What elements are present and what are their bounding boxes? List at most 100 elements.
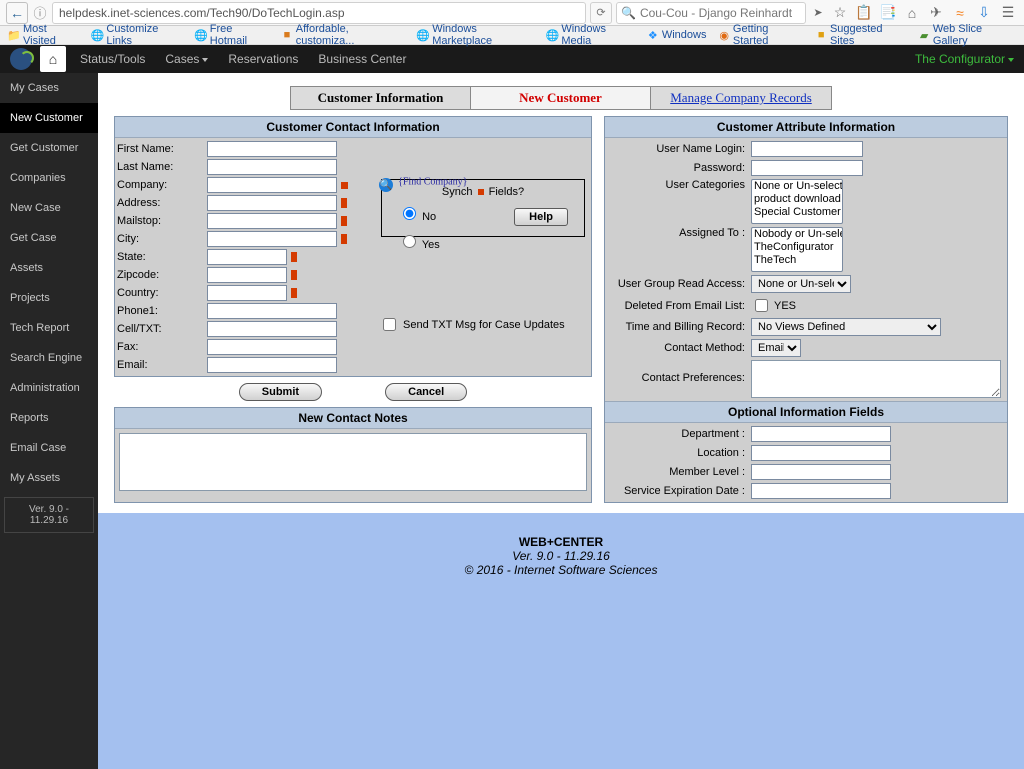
input-last-name[interactable] — [207, 159, 337, 175]
globe-icon: 🌐 — [417, 29, 429, 41]
tab-new-customer[interactable]: New Customer — [471, 87, 651, 109]
nav-cases[interactable]: Cases — [159, 52, 214, 66]
customer-attribute-panel: Customer Attribute Information User Name… — [604, 116, 1008, 503]
reload-icon[interactable]: ⟳ — [590, 2, 612, 24]
sidebar-item-new-case[interactable]: New Case — [0, 193, 98, 223]
input-phone1[interactable] — [207, 303, 337, 319]
help-button[interactable]: Help — [514, 208, 568, 226]
input-celltxt[interactable] — [207, 321, 337, 337]
input-state[interactable] — [207, 249, 287, 265]
site-info-icon[interactable]: ⓘ — [32, 5, 48, 21]
input-mailstop[interactable] — [207, 213, 337, 229]
sidebar: My Cases New Customer Get Customer Compa… — [0, 73, 98, 769]
user-menu[interactable]: The Configurator — [915, 52, 1014, 66]
firefox-icon: ◉ — [718, 29, 729, 41]
bookmark-windows[interactable]: ❖Windows — [647, 29, 707, 41]
sidebar-item-my-cases[interactable]: My Cases — [0, 73, 98, 103]
input-country[interactable] — [207, 285, 287, 301]
checkbox-send-txt[interactable] — [383, 318, 396, 331]
sidebar-item-new-customer[interactable]: New Customer — [0, 103, 98, 133]
input-address[interactable] — [207, 195, 337, 211]
input-first-name[interactable] — [207, 141, 337, 157]
notes-textarea[interactable] — [119, 433, 587, 491]
label-prefs: Contact Preferences: — [611, 360, 751, 384]
checkbox-deleted[interactable] — [755, 299, 768, 312]
input-zipcode[interactable] — [207, 267, 287, 283]
label-company: Company: — [117, 179, 207, 191]
radio-yes[interactable] — [403, 235, 416, 248]
label-member-level: Member Level : — [611, 466, 751, 478]
send-txt-row[interactable]: Send TXT Msg for Case Updates — [379, 315, 587, 334]
bookmark-hotmail[interactable]: 🌐Free Hotmail — [195, 23, 269, 47]
sidebar-item-administration[interactable]: Administration — [0, 373, 98, 403]
footer: WEB+CENTER Ver. 9.0 - 11.29.16 © 2016 - … — [98, 513, 1024, 769]
sidebar-item-tech-report[interactable]: Tech Report — [0, 313, 98, 343]
select-billing[interactable]: No Views Defined — [751, 318, 941, 336]
sidebar-item-assets[interactable]: Assets — [0, 253, 98, 283]
footer-version: Ver. 9.0 - 11.29.16 — [512, 549, 610, 563]
sidebar-item-projects[interactable]: Projects — [0, 283, 98, 313]
sync-marker-icon — [291, 288, 297, 298]
sidebar-item-reports[interactable]: Reports — [0, 403, 98, 433]
sidebar-item-my-assets[interactable]: My Assets — [0, 463, 98, 493]
cancel-button[interactable]: Cancel — [385, 383, 467, 401]
back-button[interactable]: ← — [6, 2, 28, 24]
form-buttons: Submit Cancel — [114, 377, 592, 407]
tab-customer-information[interactable]: Customer Information — [291, 87, 471, 109]
sidebar-item-get-case[interactable]: Get Case — [0, 223, 98, 253]
sidebar-item-companies[interactable]: Companies — [0, 163, 98, 193]
nav-business-center[interactable]: Business Center — [312, 52, 412, 66]
textarea-prefs[interactable] — [751, 360, 1001, 398]
home-button[interactable]: ⌂ — [40, 46, 66, 72]
sidebar-item-email-case[interactable]: Email Case — [0, 433, 98, 463]
rss-icon: ▰ — [918, 29, 929, 41]
bookmark-most-visited[interactable]: 📁Most Visited — [8, 23, 79, 47]
bookmark-bar: 📁Most Visited 🌐Customize Links 🌐Free Hot… — [0, 26, 1024, 45]
input-department[interactable] — [751, 426, 891, 442]
notes-section-title: New Contact Notes — [115, 408, 591, 429]
input-expiration[interactable] — [751, 483, 891, 499]
select-contact-method[interactable]: Email — [751, 339, 801, 357]
input-company[interactable] — [207, 177, 337, 193]
input-member-level[interactable] — [751, 464, 891, 480]
find-company-icon[interactable]: 🔍 — [379, 178, 393, 192]
select-group[interactable]: None or Un-select — [751, 275, 851, 293]
browser-search[interactable]: 🔍 Cou-Cou - Django Reinhardt — [616, 2, 806, 24]
sidebar-item-search-engine[interactable]: Search Engine — [0, 343, 98, 373]
app-topbar: ⌂ Status/Tools Cases Reservations Busine… — [0, 45, 1024, 73]
radio-no[interactable] — [403, 207, 416, 220]
footer-app-name: WEB+CENTER — [519, 535, 603, 549]
sidebar-version: Ver. 9.0 - 11.29.16 — [4, 497, 94, 533]
bookmark-media[interactable]: 🌐Windows Media — [546, 23, 635, 47]
sidebar-item-get-customer[interactable]: Get Customer — [0, 133, 98, 163]
bookmark-webslice[interactable]: ▰Web Slice Gallery — [918, 23, 1016, 47]
input-fax[interactable] — [207, 339, 337, 355]
pocket-icon[interactable]: 📑 — [878, 3, 898, 23]
nav-status-tools[interactable]: Status/Tools — [74, 52, 151, 66]
select-assigned[interactable]: Nobody or Un-select TheConfigurator TheT… — [751, 227, 843, 272]
nav-reservations[interactable]: Reservations — [222, 52, 304, 66]
label-yes: YES — [774, 300, 796, 312]
go-icon[interactable]: ➤ — [810, 5, 826, 21]
input-city[interactable] — [207, 231, 337, 247]
submit-button[interactable]: Submit — [239, 383, 322, 401]
bookmark-getting-started[interactable]: ◉Getting Started — [718, 23, 803, 47]
bookmark-marketplace[interactable]: 🌐Windows Marketplace — [417, 23, 534, 47]
clipboard-icon[interactable]: 📋 — [854, 3, 874, 23]
bookmark-customize[interactable]: 🌐Customize Links — [91, 23, 182, 47]
input-login[interactable] — [751, 141, 863, 157]
input-email[interactable] — [207, 357, 337, 373]
tab-manage-company-records[interactable]: Manage Company Records — [651, 87, 831, 109]
bookmark-affordable[interactable]: ■Affordable, customiza... — [281, 23, 405, 47]
url-bar[interactable]: helpdesk.inet-sciences.com/Tech90/DoTech… — [52, 2, 586, 24]
home-icon[interactable]: ⌂ — [902, 3, 922, 23]
select-categories[interactable]: None or Un-select product download Speci… — [751, 179, 843, 224]
input-location[interactable] — [751, 445, 891, 461]
menu-icon[interactable]: ☰ — [998, 3, 1018, 23]
down-arrow-icon[interactable]: ⇩ — [974, 3, 994, 23]
feed-icon[interactable]: ≈ — [950, 3, 970, 23]
bookmark-star-icon[interactable]: ☆ — [830, 3, 850, 23]
input-password[interactable] — [751, 160, 863, 176]
send-icon[interactable]: ✈ — [926, 3, 946, 23]
bookmark-suggested[interactable]: ■Suggested Sites — [815, 23, 906, 47]
